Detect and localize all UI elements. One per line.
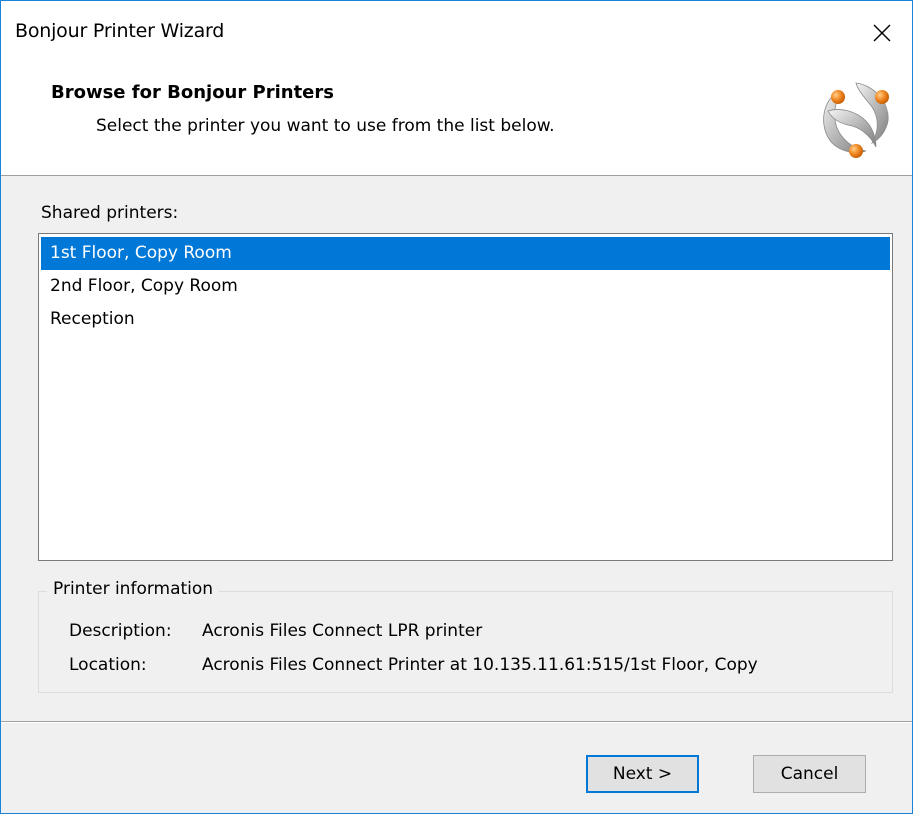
next-button[interactable]: Next >: [586, 755, 699, 793]
window-title: Bonjour Printer Wizard: [15, 20, 225, 42]
description-label: Description:: [69, 621, 172, 641]
cancel-button[interactable]: Cancel: [753, 755, 866, 793]
printer-list-item[interactable]: 2nd Floor, Copy Room: [41, 270, 890, 303]
close-icon: [873, 24, 891, 42]
close-button[interactable]: [852, 1, 912, 65]
printer-list-item[interactable]: 1st Floor, Copy Room: [41, 237, 890, 270]
shared-printers-list[interactable]: 1st Floor, Copy Room 2nd Floor, Copy Roo…: [38, 233, 893, 561]
printer-information-group: [38, 591, 893, 693]
title-bar: Bonjour Printer Wizard: [1, 1, 912, 65]
printer-list-item[interactable]: Reception: [41, 303, 890, 336]
footer-divider-highlight: [1, 722, 912, 723]
printer-information-legend: Printer information: [47, 579, 220, 599]
header-title: Browse for Bonjour Printers: [51, 82, 334, 103]
bonjour-printer-wizard-window: Bonjour Printer Wizard Browse for Bonjou…: [0, 0, 913, 814]
location-value: Acronis Files Connect Printer at 10.135.…: [202, 655, 758, 675]
wizard-header: Browse for Bonjour Printers Select the p…: [1, 65, 912, 176]
description-value: Acronis Files Connect LPR printer: [202, 621, 483, 641]
bonjour-logo-icon: [823, 82, 889, 158]
header-subtitle: Select the printer you want to use from …: [96, 116, 555, 136]
location-label: Location:: [69, 655, 147, 675]
shared-printers-label: Shared printers:: [41, 203, 179, 223]
